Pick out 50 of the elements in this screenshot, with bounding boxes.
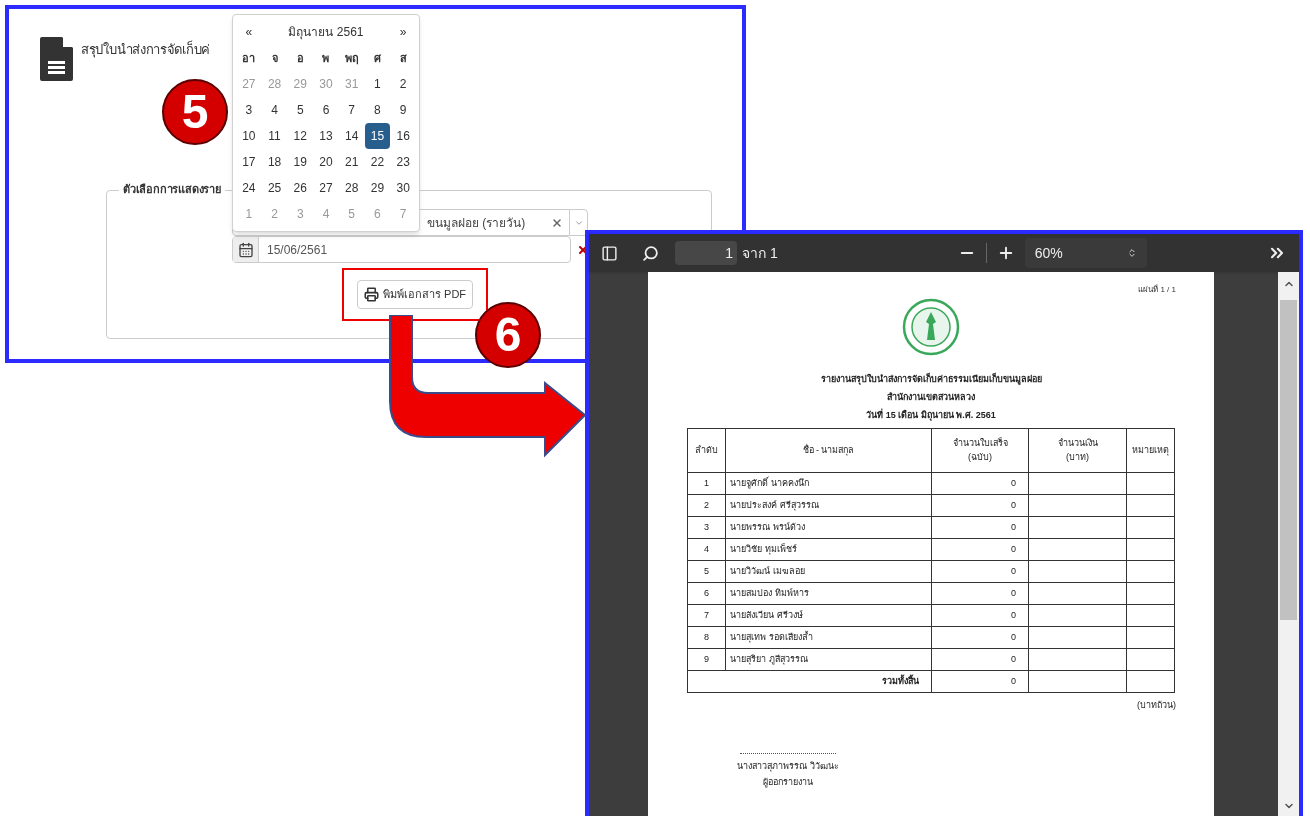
- table-cell: 2: [687, 494, 726, 517]
- table-cell: 0: [931, 538, 1029, 561]
- table-cell: 6: [687, 582, 726, 605]
- table-cell: 0: [931, 582, 1029, 605]
- weekday-label: จ: [270, 50, 279, 66]
- report-heading: สำนักงานเขตสวนหลวง: [887, 391, 975, 404]
- table-cell: 9: [687, 648, 726, 671]
- weekday-label: พ: [321, 50, 331, 66]
- table-cell: 0: [931, 670, 1029, 693]
- signer-role: ผู้ออกรายงาน: [763, 776, 813, 790]
- table-cell: นายสมปอง ทิมพ์หาร: [725, 582, 932, 605]
- report-heading: วันที่ 15 เดือน มิถุนายน พ.ศ. 2561: [866, 407, 996, 423]
- table-cell: 5: [687, 560, 726, 583]
- table-cell: 1: [687, 472, 726, 495]
- table-cell: นายสังเวียน ศรีวงษ์: [725, 604, 932, 627]
- weekday-label: ส: [398, 50, 408, 66]
- table-cell: นายสุริยา ภูสีสุวรรณ: [725, 648, 932, 671]
- weekday-label: ศ: [372, 50, 382, 66]
- column-header: จำนวนเงิน (บาท): [1028, 428, 1127, 473]
- weekday-label: อ: [295, 50, 305, 66]
- table-cell: นายวิชัย ทุมเพ็ชร์: [725, 538, 932, 561]
- table-cell: 0: [931, 648, 1029, 671]
- table-cell: 4: [687, 538, 726, 561]
- report-heading: รายงานสรุปใบนำส่งการจัดเก็บค่าธรรมเนียมเก็บขนมูลฝอย: [820, 371, 1042, 387]
- table-cell: 0: [931, 626, 1029, 649]
- table-cell: นายจูศักดิ์ นาคคงนึก: [725, 472, 932, 495]
- column-header: จำนวนใบเสร็จ (ฉบับ): [931, 428, 1029, 473]
- table-cell: 3: [687, 516, 726, 539]
- table-cell: นายสุเทพ รอดเสียงล้ำ: [725, 626, 932, 649]
- signer-name: นางสาวสุภาพรรณ วิวัฒนะ: [737, 759, 839, 773]
- weekday-label: พฤ: [343, 50, 360, 67]
- table-cell: 0: [931, 472, 1029, 495]
- table-cell: 0: [931, 516, 1029, 539]
- column-header: ลำดับ: [687, 428, 726, 473]
- sheet-number: แผ่นที่ 1 / 1: [1138, 284, 1176, 296]
- table-cell: 0: [931, 494, 1029, 517]
- table-cell: 7: [687, 604, 726, 627]
- table-cell: นายประสงค์ ศรีสุวรรณ: [725, 494, 932, 517]
- column-header: หมายเหตุ: [1126, 428, 1175, 473]
- table-cell: 0: [931, 560, 1029, 583]
- table-cell: นายวิวัฒน์ เมฆลอย: [725, 560, 932, 583]
- column-header: ชื่อ - นามสกุล: [725, 428, 932, 473]
- page-count: จาก 1: [742, 243, 778, 263]
- page-title: สรุปใบนำส่งการจัดเก็บค่: [81, 40, 210, 60]
- table-cell: นายพรรณ พรน์ด้วง: [725, 516, 932, 539]
- table-cell: รวมทั้งสิ้น: [687, 670, 932, 693]
- table-cell: 0: [931, 604, 1029, 627]
- currency-note: (บาทถ้วน): [1137, 699, 1176, 712]
- weekday-label: อา: [241, 50, 257, 66]
- table-cell: 8: [687, 626, 726, 649]
